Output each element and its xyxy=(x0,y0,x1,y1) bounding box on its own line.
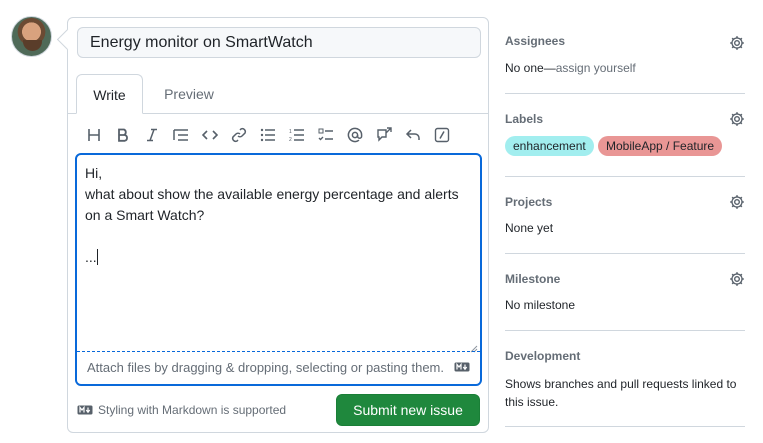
task-list-icon[interactable] xyxy=(316,124,336,146)
tab-preview[interactable]: Preview xyxy=(156,74,222,114)
mention-icon[interactable] xyxy=(345,124,365,146)
bold-icon[interactable] xyxy=(113,124,133,146)
numbered-list-icon[interactable]: 12 xyxy=(287,124,307,146)
body-line: Hi, xyxy=(85,165,103,181)
attach-files-hint: Attach files by dragging & dropping, sel… xyxy=(87,360,444,375)
divider xyxy=(505,253,745,254)
development-value: Shows branches and pull requests linked … xyxy=(505,377,737,409)
body-line xyxy=(85,226,470,247)
assignees-none: No one— xyxy=(505,61,556,75)
divider xyxy=(505,330,745,331)
body-line: ... xyxy=(85,249,97,265)
gear-icon[interactable] xyxy=(729,111,745,127)
divider xyxy=(505,93,745,94)
body-line: what about show the available energy per… xyxy=(85,186,459,202)
assignees-value: No one—assign yourself xyxy=(505,61,636,75)
quote-icon[interactable] xyxy=(171,124,191,146)
issue-title-input[interactable] xyxy=(77,27,481,58)
markdown-support-note[interactable]: Styling with Markdown is supported xyxy=(77,403,286,417)
text-caret xyxy=(96,249,98,265)
gear-icon[interactable] xyxy=(729,194,745,210)
markdown-icon xyxy=(77,405,93,415)
assignees-title: Assignees xyxy=(505,34,566,48)
svg-text:1: 1 xyxy=(289,129,292,135)
milestone-title: Milestone xyxy=(505,272,561,286)
heading-icon[interactable] xyxy=(84,124,104,146)
avatar[interactable] xyxy=(11,16,52,57)
cross-reference-icon[interactable] xyxy=(374,124,394,146)
new-issue-form: Write Preview 12 xyxy=(67,17,489,433)
reply-icon[interactable] xyxy=(403,124,423,146)
assign-yourself-link[interactable]: assign yourself xyxy=(556,61,636,75)
code-icon[interactable] xyxy=(200,124,220,146)
projects-title: Projects xyxy=(505,195,553,209)
file-attachment-bar[interactable]: Attach files by dragging & dropping, sel… xyxy=(77,351,480,384)
submit-new-issue-button[interactable]: Submit new issue xyxy=(336,394,480,426)
comment-body-text: Hi, what about show the available energy … xyxy=(85,163,470,268)
gear-icon[interactable] xyxy=(729,271,745,287)
tab-write[interactable]: Write xyxy=(76,74,143,114)
slash-commands-icon[interactable] xyxy=(432,124,452,146)
italic-icon[interactable] xyxy=(142,124,162,146)
label-mobileapp-feature[interactable]: MobileApp / Feature xyxy=(598,136,723,156)
comment-body-textarea[interactable]: Hi, what about show the available energy … xyxy=(75,153,482,386)
editor-tabs: Write Preview xyxy=(68,74,488,114)
milestone-value: No milestone xyxy=(505,298,576,312)
link-icon[interactable] xyxy=(229,124,249,146)
labels-title: Labels xyxy=(505,112,544,126)
markdown-icon xyxy=(454,362,470,372)
label-enhancement[interactable]: enhancement xyxy=(505,136,594,156)
markdown-support-label: Styling with Markdown is supported xyxy=(98,403,287,417)
divider xyxy=(505,426,745,427)
bulleted-list-icon[interactable] xyxy=(258,124,278,146)
development-title: Development xyxy=(505,349,581,363)
svg-text:2: 2 xyxy=(289,137,292,142)
divider xyxy=(505,176,745,177)
markdown-toolbar: 12 xyxy=(84,124,464,146)
body-line: on a Smart Watch? xyxy=(85,207,205,223)
gear-icon[interactable] xyxy=(729,35,745,51)
projects-value: None yet xyxy=(505,221,554,235)
